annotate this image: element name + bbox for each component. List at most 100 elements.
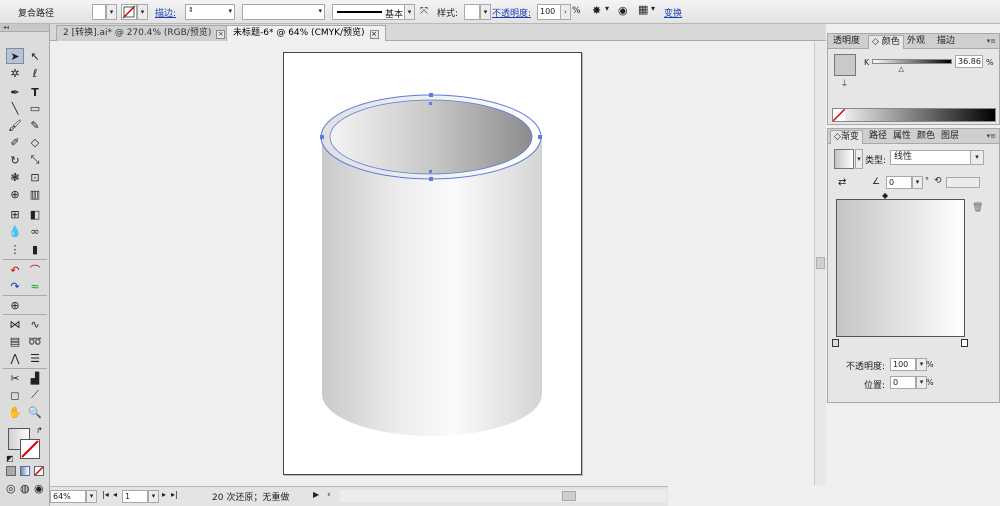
anchor-point[interactable] xyxy=(538,135,542,139)
color-spectrum-bar[interactable] xyxy=(832,108,996,122)
slice-tool-icon[interactable]: ✂ xyxy=(6,370,24,386)
tab-attributes[interactable]: 属性 xyxy=(890,130,914,144)
graph-tool-icon[interactable]: ▮ xyxy=(26,241,44,257)
gradient-thumbnail[interactable] xyxy=(834,149,854,169)
vertical-scrollbar[interactable] xyxy=(814,42,826,485)
zigzag-tool-icon[interactable]: ⋀ xyxy=(6,350,24,366)
artboard-tool-icon[interactable]: ◻ xyxy=(6,387,24,403)
cylinder-opening[interactable] xyxy=(329,99,533,175)
reverse-gradient-icon[interactable]: ⇄ xyxy=(838,177,846,188)
gradient-presets-dropdown[interactable]: ▾ xyxy=(855,149,863,169)
align-stroke-icon[interactable]: ⤧ xyxy=(420,6,428,17)
convert-anchor-tool-icon[interactable]: ↷ xyxy=(6,278,24,294)
artboard-number-input[interactable]: 1 xyxy=(122,490,148,503)
column-graph-tool-icon[interactable]: ▟ xyxy=(26,370,44,386)
gradient-stop-end[interactable] xyxy=(961,339,968,347)
tab-gradient[interactable]: ◇渐变 xyxy=(830,130,863,144)
variable-width-profile[interactable]: ▾ xyxy=(242,4,325,20)
color-mode-icon[interactable] xyxy=(6,466,16,476)
tab-document-untitled-6[interactable]: 未标题-6* @ 64% (CMYK/预览) × xyxy=(226,25,386,41)
line-tool-icon[interactable]: ╲ xyxy=(6,100,24,116)
magic-wand-tool-icon[interactable]: ✲ xyxy=(6,65,24,81)
free-transform-tool-icon[interactable]: ⊡ xyxy=(26,169,44,185)
smooth-tool-icon[interactable]: ≈ xyxy=(26,278,44,294)
pencil-tool-icon[interactable]: ✎ xyxy=(26,117,44,133)
ribbon-tool-icon[interactable]: ➿ xyxy=(26,333,44,349)
draw-normal-icon[interactable]: ◎ xyxy=(6,482,16,495)
angle-input[interactable]: 0 xyxy=(886,176,912,189)
default-colors-icon[interactable]: ◩ xyxy=(6,454,14,463)
perspective-grid-tool-icon[interactable]: ▥ xyxy=(26,186,44,202)
draw-behind-icon[interactable]: ◍ xyxy=(20,482,30,495)
fill-dropdown[interactable]: ▾ xyxy=(106,4,117,20)
pen-tool-icon[interactable]: ✒ xyxy=(6,84,24,100)
transform-link[interactable]: 变换 xyxy=(664,6,682,19)
tab-color[interactable]: ◇ 颜色 xyxy=(868,35,904,49)
brush-definition-select[interactable]: 基本 xyxy=(332,4,414,20)
first-artboard-icon[interactable]: |◂ xyxy=(102,490,109,499)
rotate-tool-icon[interactable]: ↻ xyxy=(6,152,24,168)
stroke-panel-link[interactable]: 描边: xyxy=(155,6,176,19)
eraser-tool-icon[interactable]: ◇ xyxy=(26,134,44,150)
shape-builder-tool-icon[interactable]: ⊕ xyxy=(6,186,24,202)
channel-slider[interactable] xyxy=(872,59,952,64)
anchor-point[interactable] xyxy=(429,102,432,105)
wave-tool-icon[interactable]: ∿ xyxy=(26,316,44,332)
chevron-down-icon[interactable]: ▾ xyxy=(605,4,609,13)
gradient-tool-icon[interactable]: ◧ xyxy=(26,206,44,222)
swap-fill-stroke-icon[interactable]: ↱ xyxy=(36,426,43,435)
draw-inside-icon[interactable]: ◉ xyxy=(34,482,44,495)
channel-value-input[interactable]: 36.86 xyxy=(955,55,983,68)
zoom-dropdown[interactable]: ▾ xyxy=(86,490,97,503)
slider-handle-icon[interactable]: △ xyxy=(898,65,903,73)
align-icon[interactable]: ▦ xyxy=(638,3,648,16)
next-artboard-icon[interactable]: ▸ xyxy=(162,490,166,499)
hand-tool-icon[interactable]: ✋ xyxy=(6,404,24,420)
gradient-preview-slider[interactable] xyxy=(836,199,965,337)
stroke-dropdown[interactable]: ▾ xyxy=(137,4,148,20)
chevron-down-icon[interactable]: ▾ xyxy=(970,150,984,165)
graphic-style-swatch[interactable] xyxy=(464,4,480,20)
opacity-arrow[interactable]: › xyxy=(560,4,571,20)
panel-collapse-grip[interactable]: ◂◂ xyxy=(0,24,49,32)
stroke-weight-input[interactable]: ⇕ ▾ xyxy=(185,4,235,20)
opacity-panel-link[interactable]: 不透明度: xyxy=(492,6,531,19)
color-swatch[interactable] xyxy=(834,54,856,76)
eyedropper-tool-icon[interactable]: 💧 xyxy=(6,223,24,239)
target-tool-icon[interactable]: ⊕ xyxy=(6,297,24,313)
close-icon[interactable]: × xyxy=(369,30,379,39)
stop-location-input[interactable]: 0 xyxy=(890,376,916,389)
direct-selection-tool-icon[interactable]: ↖ xyxy=(26,48,44,64)
paintbrush-tool-icon[interactable]: 🖌 xyxy=(6,117,24,133)
rectangle-tool-icon[interactable]: ▭ xyxy=(26,100,44,116)
chevron-down-icon[interactable]: ▾ xyxy=(228,7,232,15)
list-tool-icon[interactable]: ☰ xyxy=(26,350,44,366)
cylinder-body[interactable] xyxy=(322,137,542,436)
none-swatch-icon[interactable] xyxy=(833,109,845,121)
envelope-tool-icon[interactable]: ⋈ xyxy=(6,316,24,332)
style-dropdown[interactable]: ▾ xyxy=(480,4,491,20)
close-icon[interactable]: × xyxy=(216,30,226,39)
scroll-thumb[interactable] xyxy=(562,491,576,501)
tab-layers[interactable]: 图层 xyxy=(938,130,962,144)
scale-tool-icon[interactable]: ⤡ xyxy=(26,152,44,168)
horizontal-scrollbar[interactable] xyxy=(340,490,666,502)
tab-color-guide[interactable]: 颜色 xyxy=(914,130,938,144)
scroll-thumb[interactable] xyxy=(816,257,825,269)
gradient-stop-start[interactable] xyxy=(832,339,839,347)
anchor-point[interactable] xyxy=(320,135,324,139)
tab-transparency[interactable]: 透明度 xyxy=(830,35,863,49)
out-of-gamut-icon[interactable]: ⍊ xyxy=(842,78,847,88)
anchor-point[interactable] xyxy=(429,93,433,97)
angle-dropdown[interactable]: ▾ xyxy=(912,176,923,189)
status-menu-arrow-icon[interactable]: ▶ xyxy=(313,490,319,499)
lasso-tool-icon[interactable]: ℓ xyxy=(26,65,44,81)
symbol-sprayer-tool-icon[interactable]: ⋮ xyxy=(6,241,24,257)
curve-tool-icon[interactable]: ⌒ xyxy=(26,262,44,278)
blend-tool-icon[interactable]: ∞ xyxy=(26,223,44,239)
selection-tool-icon[interactable]: ➤ xyxy=(6,48,24,64)
recolor-artwork-icon[interactable]: ✸ xyxy=(592,4,601,17)
none-mode-icon[interactable] xyxy=(34,466,44,476)
stroke-indicator[interactable] xyxy=(20,439,40,459)
tab-document-2[interactable]: 2 [转换].ai* @ 270.4% (RGB/预览) × xyxy=(56,25,233,41)
